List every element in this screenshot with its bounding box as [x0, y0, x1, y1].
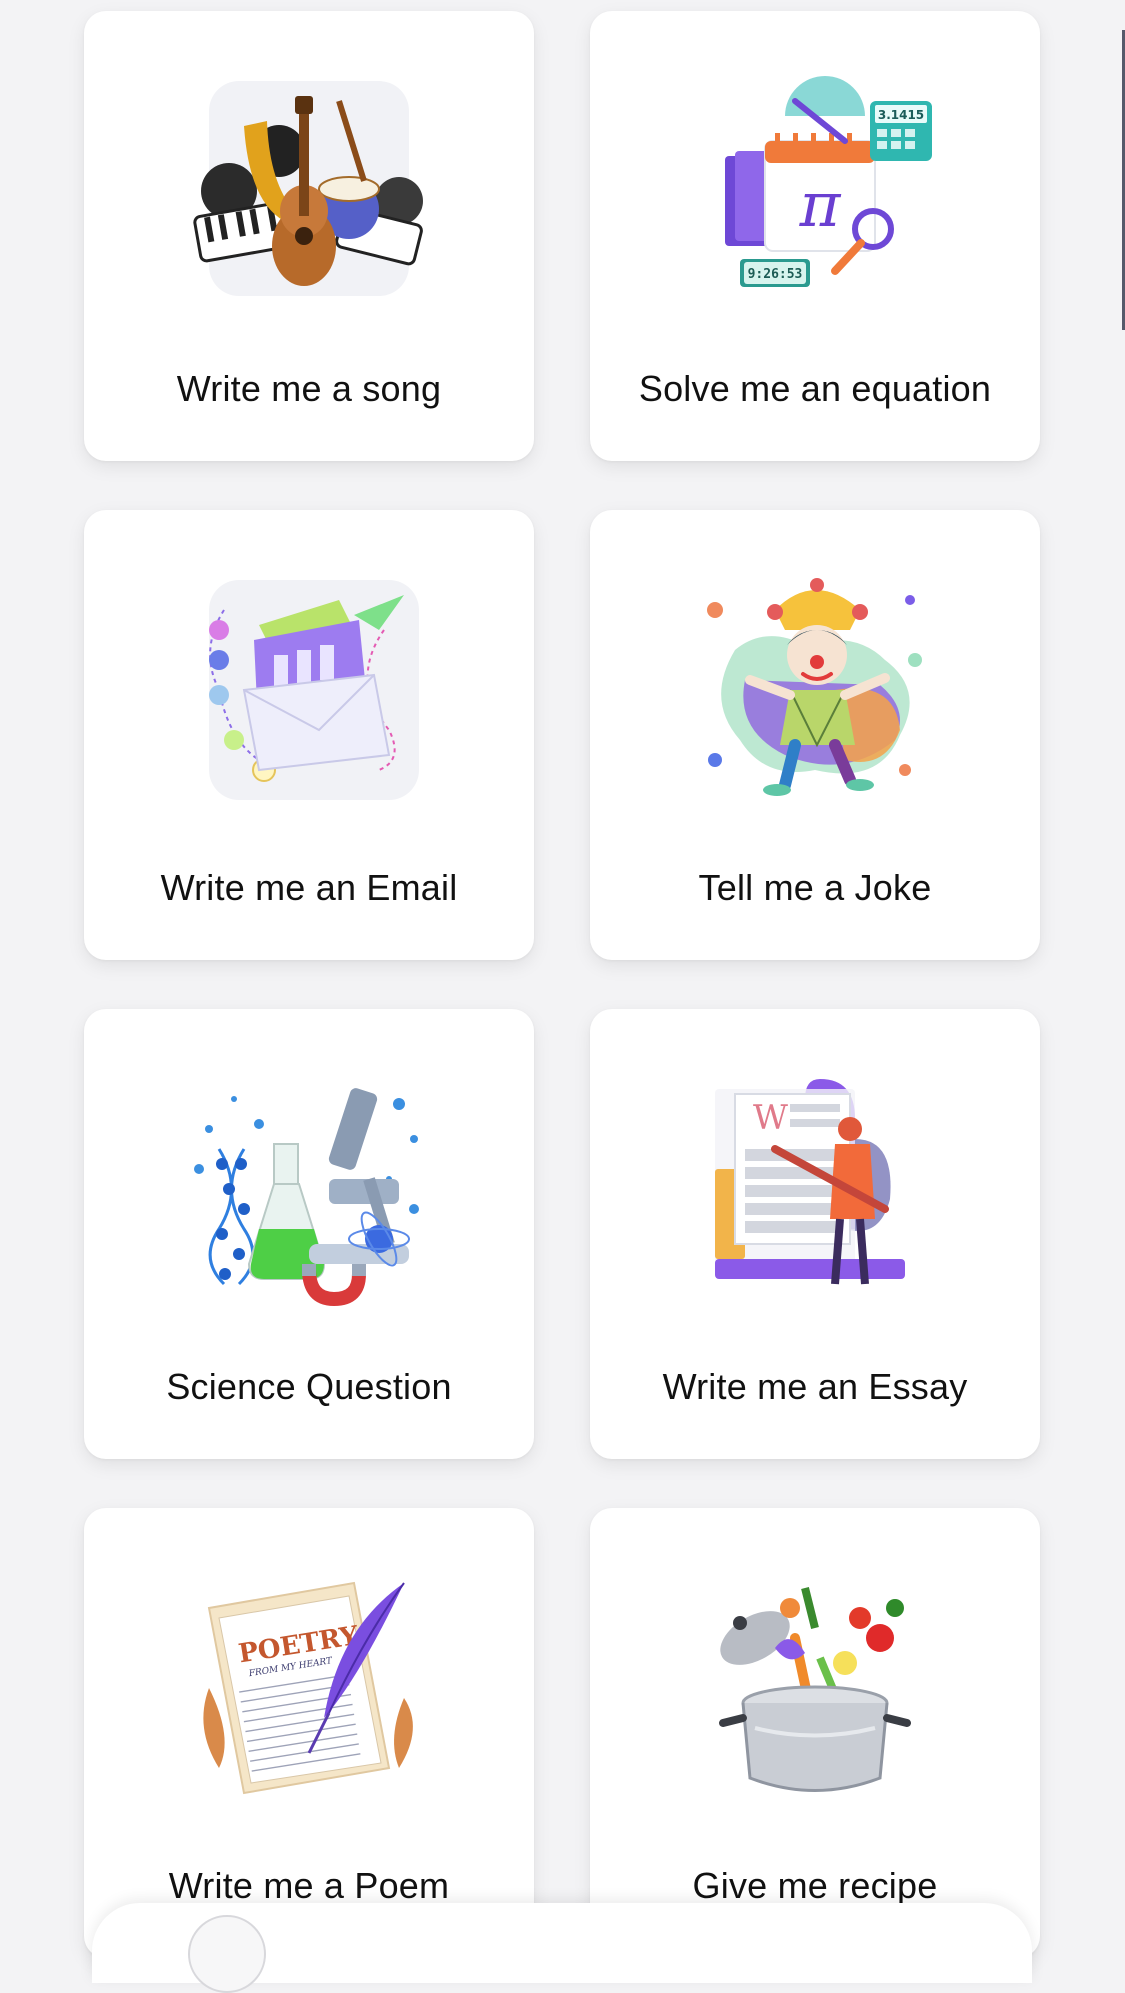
email-envelope-icon — [209, 580, 419, 800]
card-label: Give me recipe — [692, 1865, 938, 1906]
card-solve-equation[interactable]: π 3.1415 9:26:53 Solve me an equation — [590, 11, 1040, 461]
card-label: Write me an Essay — [662, 1366, 968, 1407]
card-write-email[interactable]: Write me an Email — [84, 510, 534, 960]
card-label: Science Question — [166, 1366, 452, 1407]
card-label: Write me an Email — [160, 867, 458, 908]
card-write-poem[interactable]: POETRY FROM MY HEART Write me a Poem — [84, 1508, 534, 1958]
card-label: Tell me a Joke — [698, 867, 932, 908]
bottom-sheet[interactable] — [92, 1903, 1032, 1993]
card-label: Write me a Poem — [168, 1865, 450, 1906]
jester-clown-icon — [707, 578, 922, 796]
essay-document-icon: W — [715, 1079, 905, 1285]
science-lab-icon — [194, 1088, 419, 1307]
card-label: Solve me an equation — [638, 368, 992, 409]
avatar-button[interactable] — [188, 1915, 266, 1993]
math-pi-calendar-icon: π 3.1415 9:26:53 — [725, 76, 932, 287]
timer-display: 9:26:53 — [748, 267, 803, 282]
card-write-song[interactable]: Write me a song — [84, 11, 534, 461]
music-instruments-icon — [193, 81, 423, 296]
card-science-question[interactable]: Science Question — [84, 1009, 534, 1459]
calc-display: 3.1415 — [878, 108, 924, 122]
card-write-essay[interactable]: W Write me an Essay — [590, 1009, 1040, 1459]
card-tell-joke[interactable]: Tell me a Joke — [590, 510, 1040, 960]
card-give-recipe[interactable]: Give me recipe — [590, 1508, 1040, 1958]
cooking-pot-icon — [719, 1587, 911, 1792]
essay-letter: W — [753, 1098, 788, 1138]
suggestion-grid: Write me a song π 3.1415 9:26:53 Solve m… — [84, 11, 1040, 1958]
card-label: Write me a song — [176, 368, 442, 409]
poetry-quill-icon: POETRY FROM MY HEART — [203, 1581, 413, 1795]
pi-symbol: π — [799, 168, 842, 241]
